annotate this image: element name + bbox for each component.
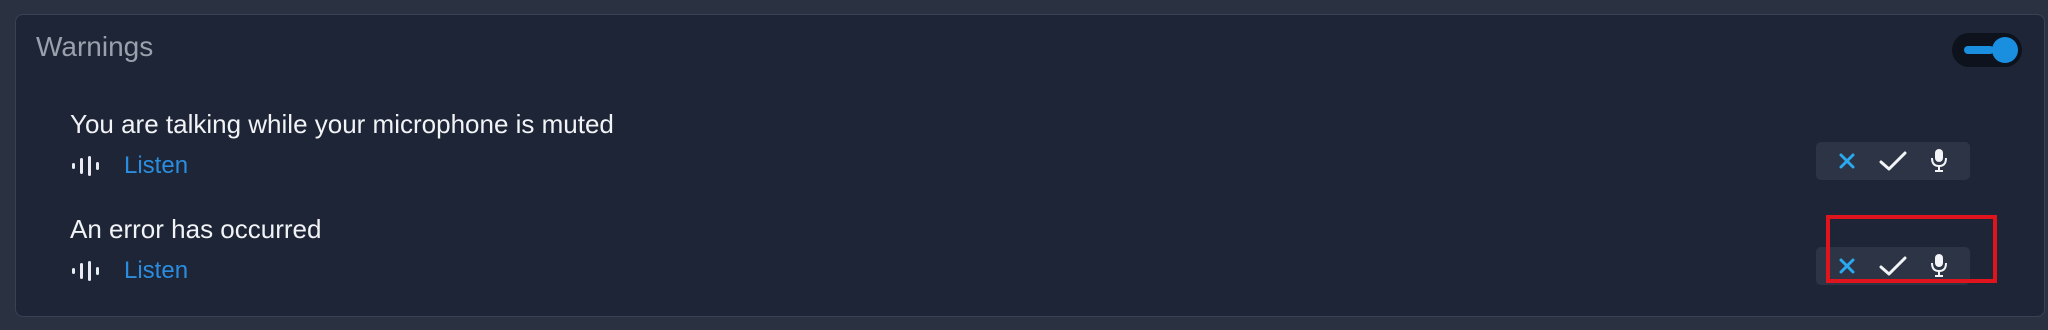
listen-link[interactable]: Listen [70,152,188,180]
toggle-track [1964,46,1994,54]
warning-action-group [1816,247,1970,285]
warning-row-muted: You are talking while your microphone is… [70,109,1970,190]
microphone-button[interactable] [1919,144,1959,178]
dismiss-button[interactable] [1827,144,1867,178]
warning-text: An error has occurred [70,214,322,244]
microphone-icon [1930,148,1948,174]
dismiss-button[interactable] [1827,249,1867,283]
warning-row-error: An error has occurred Listen [70,214,1970,295]
listen-link[interactable]: Listen [70,257,188,285]
confirm-button[interactable] [1873,144,1913,178]
confirm-button[interactable] [1873,249,1913,283]
warnings-toggle[interactable] [1952,33,2022,67]
check-icon [1878,150,1908,172]
audio-wave-icon [70,259,104,283]
microphone-button[interactable] [1919,249,1959,283]
microphone-icon [1930,253,1948,279]
dismiss-icon [1838,152,1856,170]
warning-action-group [1816,142,1970,180]
warnings-panel: Warnings You are talking while your micr… [15,14,2045,317]
warning-text: You are talking while your microphone is… [70,109,614,139]
dismiss-icon [1838,257,1856,275]
listen-label: Listen [124,257,189,284]
toggle-knob [1992,37,2018,63]
listen-label: Listen [124,152,189,179]
audio-wave-icon [70,154,104,178]
check-icon [1878,255,1908,277]
section-title: Warnings [36,31,154,62]
